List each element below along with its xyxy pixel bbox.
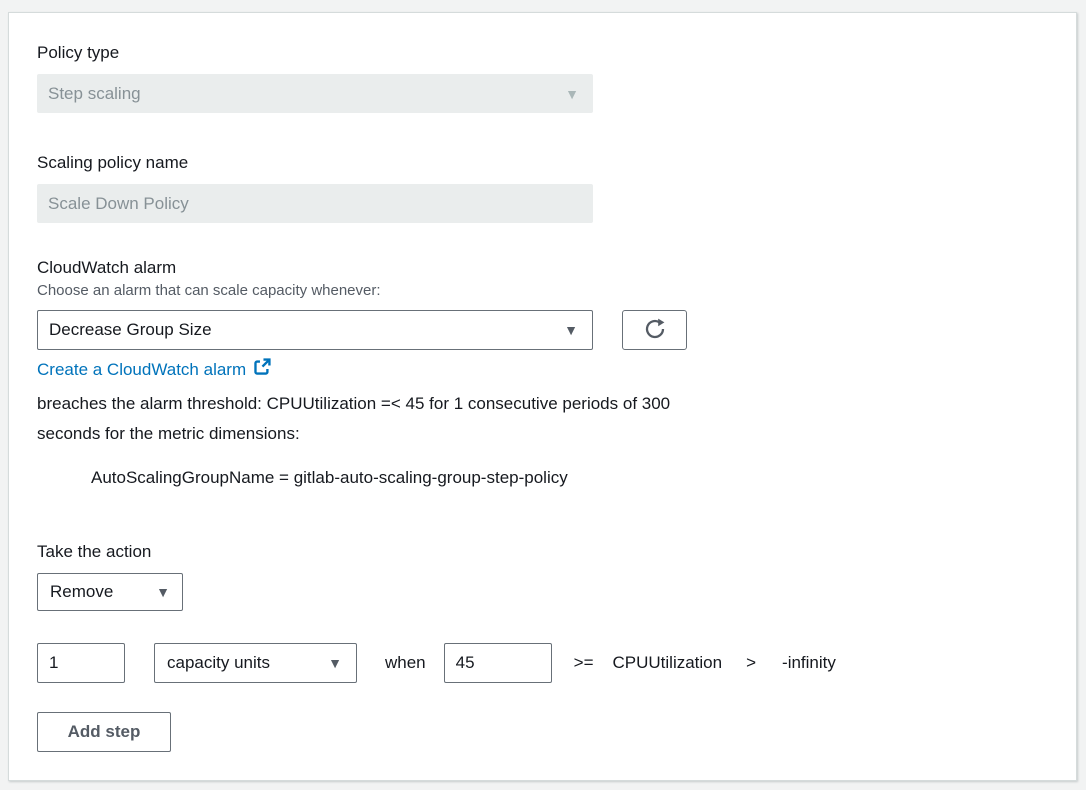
page: { "colors": { "link": "#0073bb", "contro…	[0, 0, 1086, 790]
take-action-label: Take the action	[37, 543, 1048, 561]
lower-bound-value: -infinity	[782, 653, 836, 673]
action-select-value: Remove	[50, 582, 113, 602]
action-select[interactable]: Remove ▼	[37, 573, 183, 611]
upper-bound-operator: >=	[574, 653, 594, 673]
alarm-select[interactable]: Decrease Group Size ▼	[37, 310, 593, 350]
step-amount-input[interactable]	[37, 643, 125, 683]
external-link-icon	[253, 358, 271, 381]
alarm-select-value: Decrease Group Size	[49, 320, 212, 340]
policy-name-label: Scaling policy name	[37, 154, 1048, 172]
cloudwatch-alarm-label: CloudWatch alarm	[37, 259, 1048, 277]
chevron-down-icon: ▼	[565, 87, 579, 101]
create-cloudwatch-alarm-link-label: Create a CloudWatch alarm	[37, 360, 246, 380]
chevron-down-icon: ▼	[328, 656, 342, 670]
chevron-down-icon: ▼	[564, 323, 578, 337]
chevron-down-icon: ▼	[156, 585, 170, 599]
lower-bound-operator: >	[746, 653, 756, 673]
add-step-button[interactable]: Add step	[37, 712, 171, 752]
unit-select-value: capacity units	[167, 653, 270, 673]
refresh-alarms-button[interactable]	[622, 310, 687, 350]
step-threshold-input[interactable]	[444, 643, 552, 683]
policy-type-label: Policy type	[37, 44, 1048, 62]
alarm-description-line1: breaches the alarm threshold: CPUUtiliza…	[37, 389, 1048, 419]
unit-select[interactable]: capacity units ▼	[154, 643, 357, 683]
scaling-policy-form-card: Policy type Step scaling ▼ Scaling polic…	[8, 12, 1077, 781]
policy-type-value: Step scaling	[48, 84, 141, 104]
when-label: when	[385, 653, 426, 673]
refresh-icon	[643, 317, 667, 344]
create-cloudwatch-alarm-link[interactable]: Create a CloudWatch alarm	[37, 358, 271, 381]
policy-type-select: Step scaling ▼	[37, 74, 593, 113]
alarm-description-line2: seconds for the metric dimensions:	[37, 419, 1048, 449]
step-adjustment-row: capacity units ▼ when >= CPUUtilization …	[37, 643, 1048, 683]
alarm-dimension: AutoScalingGroupName = gitlab-auto-scali…	[37, 468, 1048, 487]
alarm-select-row: Decrease Group Size ▼	[37, 310, 1048, 350]
policy-name-input	[37, 184, 593, 223]
cloudwatch-alarm-helper: Choose an alarm that can scale capacity …	[37, 282, 1048, 300]
metric-name: CPUUtilization	[613, 653, 723, 673]
alarm-description: breaches the alarm threshold: CPUUtiliza…	[37, 389, 1048, 449]
